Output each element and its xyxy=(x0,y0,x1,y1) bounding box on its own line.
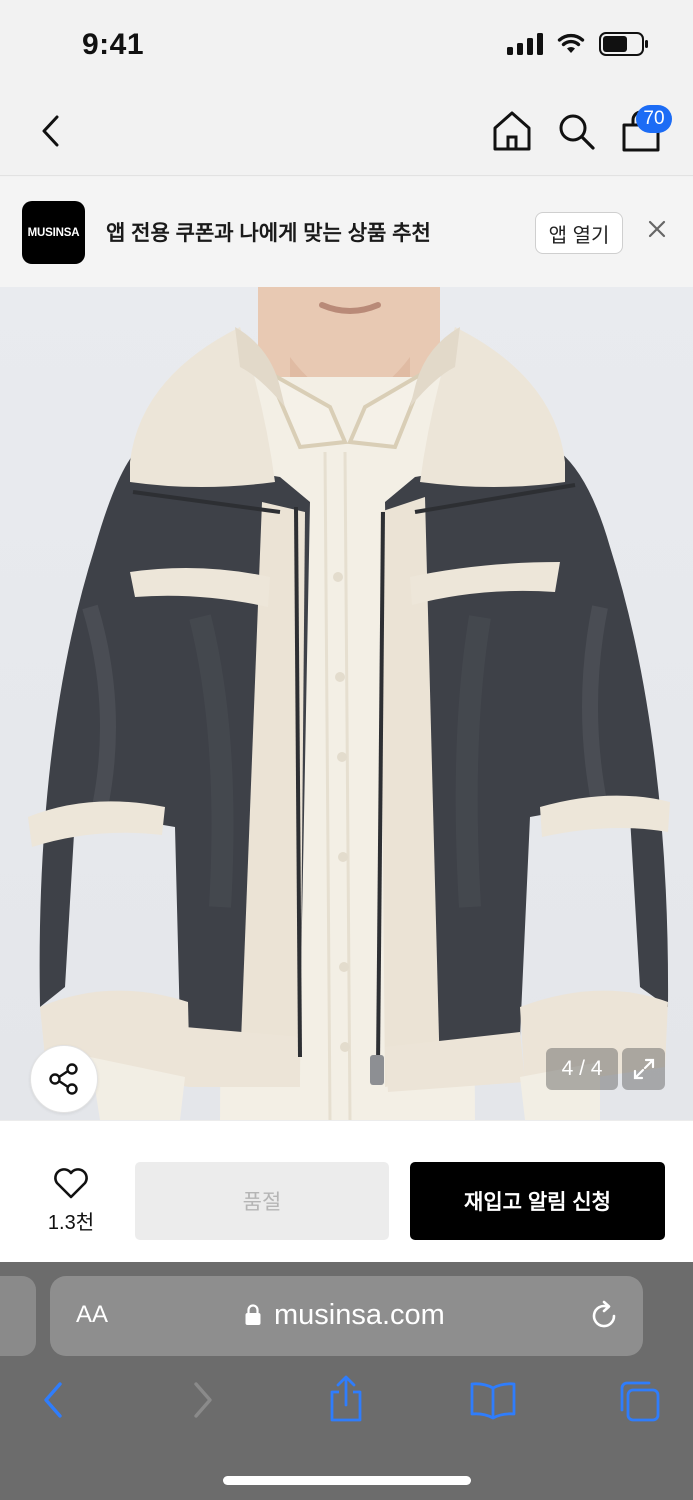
open-app-button[interactable]: 앱 열기 xyxy=(535,212,623,254)
wifi-icon xyxy=(557,33,585,55)
restock-notify-button[interactable]: 재입고 알림 신청 xyxy=(410,1162,665,1240)
share-icon[interactable] xyxy=(30,1045,98,1113)
status-bar: 9:41 xyxy=(0,0,693,90)
image-page-counter: 4 / 4 xyxy=(546,1048,618,1090)
search-icon[interactable] xyxy=(554,108,598,154)
product-image[interactable] xyxy=(0,287,693,1120)
close-icon[interactable] xyxy=(642,214,672,244)
cart-count-badge: 70 xyxy=(636,105,672,133)
soldout-button: 품절 xyxy=(135,1162,389,1240)
text-size-button[interactable]: AA xyxy=(76,1301,108,1329)
home-indicator xyxy=(223,1476,471,1485)
reload-icon[interactable] xyxy=(588,1300,620,1332)
forward-arrow-icon xyxy=(184,1378,220,1422)
chevron-left-icon[interactable] xyxy=(30,108,70,154)
lock-icon xyxy=(244,1303,262,1327)
url-text[interactable]: musinsa.com xyxy=(274,1299,445,1332)
share-upload-icon[interactable] xyxy=(326,1374,366,1424)
book-icon[interactable] xyxy=(468,1380,518,1420)
banner-message: 앱 전용 쿠폰과 나에게 맞는 상품 추천 xyxy=(106,222,431,245)
battery-icon xyxy=(599,32,649,56)
nav-header xyxy=(0,90,693,176)
status-time: 9:41 xyxy=(82,28,145,61)
expand-icon[interactable] xyxy=(622,1048,665,1090)
like-count: 1.3천 xyxy=(47,1212,95,1234)
tabs-icon[interactable] xyxy=(616,1378,662,1424)
like-button[interactable]: 1.3천 xyxy=(40,1166,102,1236)
home-icon[interactable] xyxy=(490,108,534,154)
previous-tab-preview[interactable] xyxy=(0,1276,36,1356)
musinsa-logo: MUSINSA xyxy=(22,201,85,264)
back-arrow-icon[interactable] xyxy=(36,1378,72,1422)
app-install-banner: MUSINSA 앱 전용 쿠폰과 나에게 맞는 상품 추천 앱 열기 xyxy=(0,177,693,287)
cellular-signal-icon xyxy=(507,33,543,55)
heart-icon xyxy=(54,1168,88,1199)
status-icons xyxy=(507,32,649,56)
